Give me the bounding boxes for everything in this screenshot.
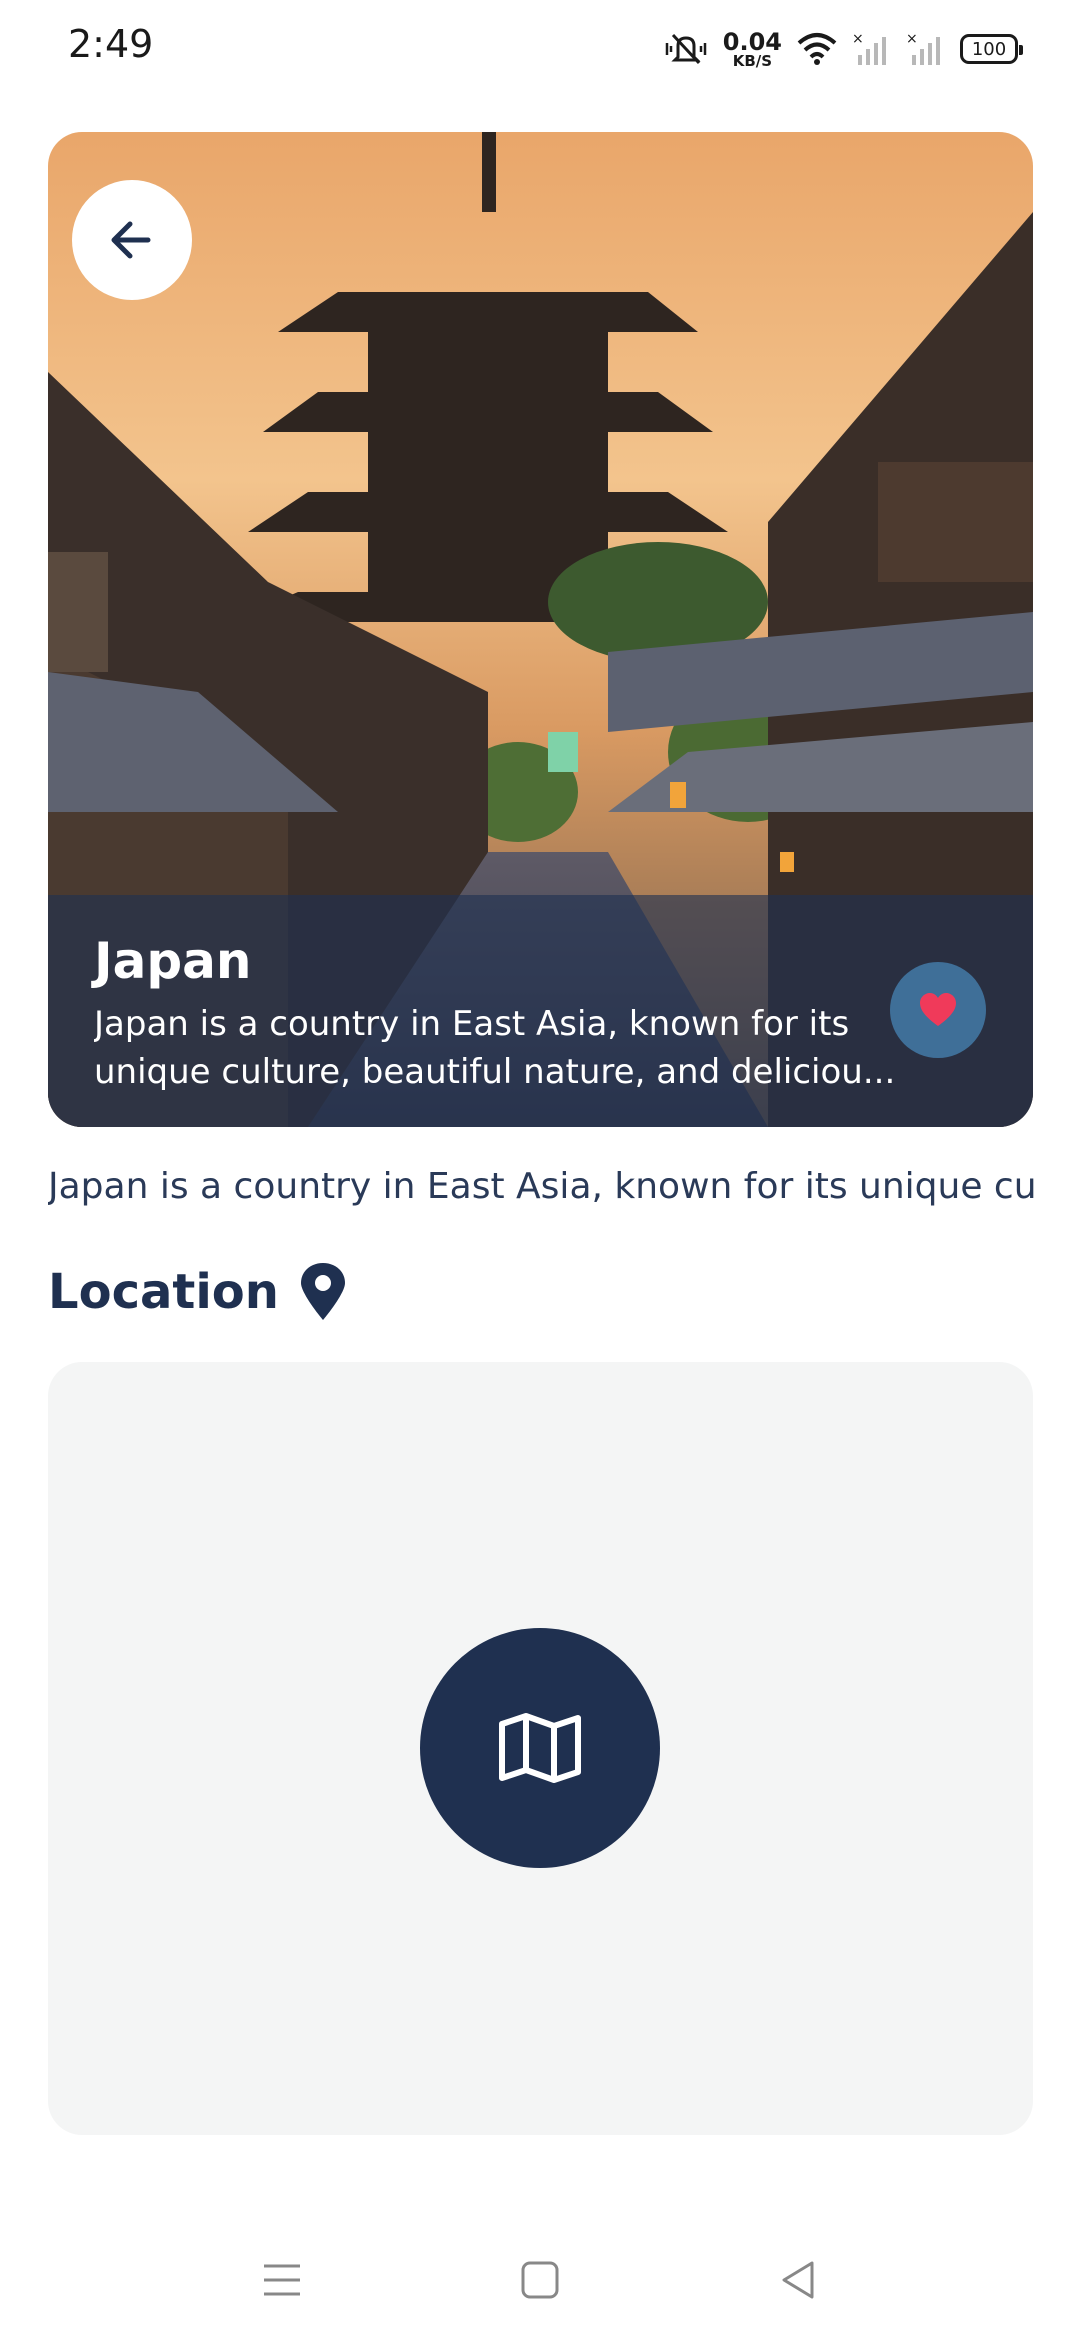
location-section-header: Location xyxy=(48,1262,347,1322)
destination-hero-card: Japan Japan is a country in East Asia, k… xyxy=(48,132,1033,1127)
home-button[interactable] xyxy=(510,2250,570,2310)
description-line: Japan is a country in East Asia, known f… xyxy=(94,1004,850,1044)
network-speed: 0.04 KB/S xyxy=(722,27,782,70)
status-time: 2:49 xyxy=(68,22,154,66)
open-map-button[interactable] xyxy=(420,1628,660,1868)
back-nav-button[interactable] xyxy=(768,2250,828,2310)
recent-apps-button[interactable] xyxy=(252,2250,312,2310)
square-icon xyxy=(521,2261,559,2299)
battery-icon: 100 xyxy=(960,34,1023,64)
svg-text:×: × xyxy=(906,31,918,47)
menu-icon xyxy=(264,2264,300,2296)
mute-vibrate-icon xyxy=(665,33,707,65)
back-button[interactable] xyxy=(72,180,192,300)
destination-summary: Japan is a country in East Asia, known f… xyxy=(48,1166,1038,1207)
destination-description: Japan is a country in East Asia, known f… xyxy=(94,1000,914,1096)
destination-title: Japan xyxy=(94,932,252,990)
favorite-button[interactable] xyxy=(890,962,986,1058)
map-preview-card xyxy=(48,1362,1033,2135)
status-icons: 0.04 KB/S × × 100 xyxy=(663,26,1023,72)
signal-no-service-icon: × xyxy=(906,31,940,65)
svg-text:×: × xyxy=(852,31,864,47)
folded-map-icon xyxy=(499,1713,581,1783)
description-line: unique culture, beautiful nature, and de… xyxy=(94,1052,896,1092)
heart-icon xyxy=(920,993,956,1026)
status-bar: 2:49 0.04 KB/S × × 100 xyxy=(0,0,1080,96)
triangle-back-icon xyxy=(782,2261,814,2299)
system-navigation-bar xyxy=(0,2220,1080,2340)
map-pin-icon xyxy=(300,1263,345,1320)
location-heading: Location xyxy=(48,1264,279,1320)
arrow-left-icon xyxy=(111,221,151,259)
wifi-icon xyxy=(797,33,837,65)
signal-no-service-icon: × xyxy=(852,31,886,65)
